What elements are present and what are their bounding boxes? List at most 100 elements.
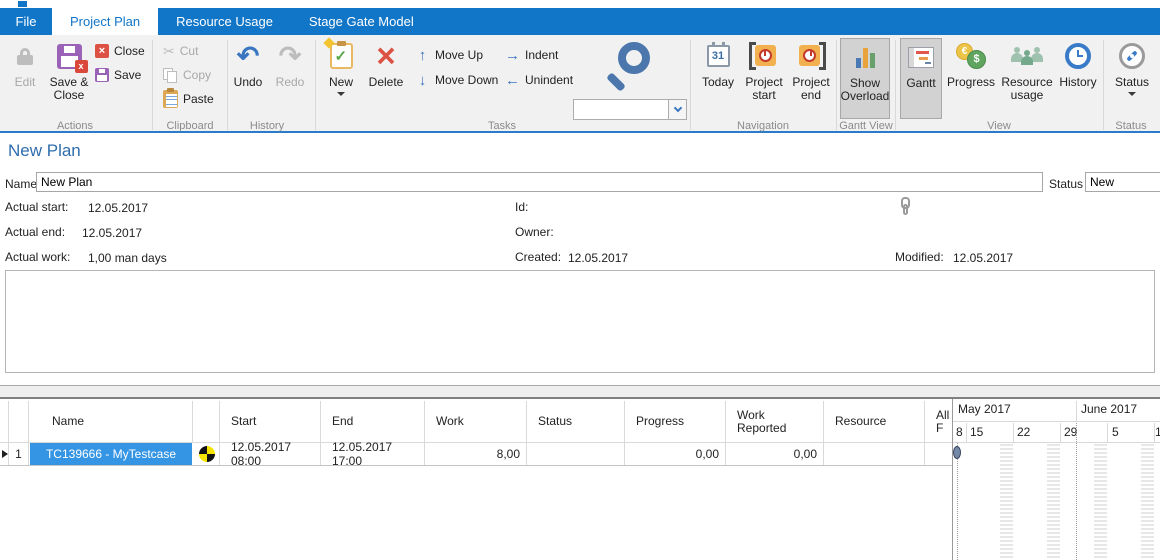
window-fragment <box>18 1 27 7</box>
close-button[interactable]: × Close <box>95 42 145 60</box>
actual-start-value: 12.05.2017 <box>88 201 148 215</box>
group-caption-tasks: Tasks <box>467 120 537 132</box>
paste-icon <box>163 90 178 108</box>
history-view-button[interactable]: History <box>1056 38 1100 118</box>
copy-icon <box>163 68 178 83</box>
unindent-button[interactable]: ← Unindent <box>505 71 573 89</box>
ribbon: Edit x Save & Close × Close Save Actions… <box>0 35 1160 133</box>
gantt-view-button[interactable]: Gantt <box>900 38 942 119</box>
paste-button[interactable]: Paste <box>163 90 214 108</box>
actual-end-value: 12.05.2017 <box>82 226 142 240</box>
status-dropdown-arrow-icon[interactable] <box>1128 92 1136 96</box>
project-end-button[interactable]: Project end <box>789 38 833 118</box>
column-header-icon[interactable] <box>193 401 220 442</box>
cut-button[interactable]: ✂ Cut <box>163 42 198 60</box>
header-indicator-spacer <box>0 401 9 442</box>
task-name-cell[interactable]: TC139666 - MyTestcase <box>30 443 192 465</box>
delete-icon: × <box>376 43 395 69</box>
column-header-work[interactable]: Work <box>425 401 527 442</box>
column-header-all-r[interactable]: All F <box>925 401 952 442</box>
delete-button[interactable]: × Delete <box>363 38 409 118</box>
splitter-line <box>0 385 1160 386</box>
splitter-band[interactable] <box>0 386 1160 397</box>
scissors-icon: ✂ <box>163 43 175 60</box>
save-and-close-button[interactable]: x Save & Close <box>46 38 92 118</box>
column-header-start[interactable]: Start <box>220 401 321 442</box>
column-header-status[interactable]: Status <box>527 401 625 442</box>
testcase-icon <box>199 446 215 462</box>
gantt-week-22: 22 <box>1017 425 1030 439</box>
name-label: Name <box>5 177 37 191</box>
bar-chart-icon <box>856 46 875 68</box>
status-field[interactable] <box>1085 172 1160 192</box>
combo-dropdown-button[interactable] <box>668 99 687 120</box>
column-header-resource[interactable]: Resource <box>824 401 925 442</box>
actual-start-label: Actual start: <box>5 200 68 214</box>
column-header-end[interactable]: End <box>321 401 425 442</box>
save-close-icon: x <box>57 44 82 69</box>
group-caption-navigation: Navigation <box>728 120 798 132</box>
indent-button[interactable]: → Indent <box>505 46 558 64</box>
group-caption-status: Status <box>1096 120 1160 132</box>
gantt-month-may: May 2017 <box>958 402 1011 416</box>
copy-button[interactable]: Copy <box>163 66 211 84</box>
new-dropdown-arrow-icon[interactable] <box>337 92 345 96</box>
task-work-reported-cell[interactable]: 0,00 <box>726 443 824 465</box>
tab-resource-usage[interactable]: Resource Usage <box>158 8 291 35</box>
gantt-month-june: June 2017 <box>1081 402 1137 416</box>
tab-stage-gate-model[interactable]: Stage Gate Model <box>291 8 432 35</box>
task-status-cell[interactable] <box>527 443 625 465</box>
progress-view-button[interactable]: €$ Progress <box>945 38 997 118</box>
task-search-input[interactable] <box>573 99 668 120</box>
task-end-cell[interactable]: 12.05.2017 17:00 <box>321 443 425 465</box>
project-start-button[interactable]: Project start <box>741 38 787 118</box>
redo-button[interactable]: ↷ Redo <box>270 38 310 118</box>
save-button[interactable]: Save <box>95 66 141 84</box>
milestone-marker[interactable] <box>953 446 961 459</box>
task-all-r-cell[interactable] <box>925 443 952 465</box>
column-header-progress[interactable]: Progress <box>625 401 726 442</box>
modified-label: Modified: <box>895 250 944 264</box>
chevron-down-icon <box>673 104 681 112</box>
close-icon: × <box>95 44 109 58</box>
tab-file[interactable]: File <box>0 8 52 35</box>
task-progress-cell[interactable]: 0,00 <box>625 443 726 465</box>
status-button[interactable]: Status <box>1108 38 1156 118</box>
undo-icon: ↶ <box>237 43 260 70</box>
arrow-left-icon: ← <box>505 72 520 89</box>
column-header-work-reported[interactable]: Work Reported <box>726 401 824 442</box>
created-value: 12.05.2017 <box>568 251 628 265</box>
coins-icon: €$ <box>956 43 986 69</box>
ribbon-tab-bar: File Project Plan Resource Usage Stage G… <box>0 8 1160 35</box>
project-plan-window: File Project Plan Resource Usage Stage G… <box>0 0 1160 560</box>
gantt-week-12: 12 <box>1155 425 1160 439</box>
owner-label: Owner: <box>515 225 554 239</box>
actual-end-label: Actual end: <box>5 225 65 239</box>
move-up-button[interactable]: ↑ Move Up <box>415 46 483 64</box>
arrow-down-icon: ↓ <box>415 72 430 89</box>
column-header-name[interactable]: Name <box>29 401 193 442</box>
description-field[interactable] <box>5 270 1155 373</box>
name-field[interactable] <box>36 172 1043 192</box>
task-resource-cell[interactable] <box>824 443 925 465</box>
resource-usage-view-button[interactable]: Resource usage <box>999 38 1055 118</box>
today-button[interactable]: 31 Today <box>697 38 739 118</box>
modified-value: 12.05.2017 <box>953 251 1013 265</box>
undo-button[interactable]: ↶ Undo <box>228 38 268 118</box>
project-start-icon <box>749 42 779 70</box>
gantt-week-5: 5 <box>1112 425 1119 439</box>
attachment-icon <box>901 197 910 216</box>
move-down-button[interactable]: ↓ Move Down <box>415 71 498 89</box>
project-start-line <box>957 443 958 560</box>
task-work-cell[interactable]: 8,00 <box>425 443 527 465</box>
new-task-icon: ✓ <box>330 43 353 69</box>
compass-icon <box>1119 43 1145 69</box>
people-icon <box>1011 43 1043 69</box>
new-button[interactable]: ✓ New <box>322 38 360 118</box>
task-start-cell[interactable]: 12.05.2017 08:00 <box>220 443 321 465</box>
show-overload-button[interactable]: Show Overload <box>840 38 890 119</box>
search-icon <box>602 40 654 92</box>
tab-project-plan[interactable]: Project Plan <box>52 8 158 35</box>
history-clock-icon <box>1065 43 1091 69</box>
edit-button[interactable]: Edit <box>6 38 44 118</box>
